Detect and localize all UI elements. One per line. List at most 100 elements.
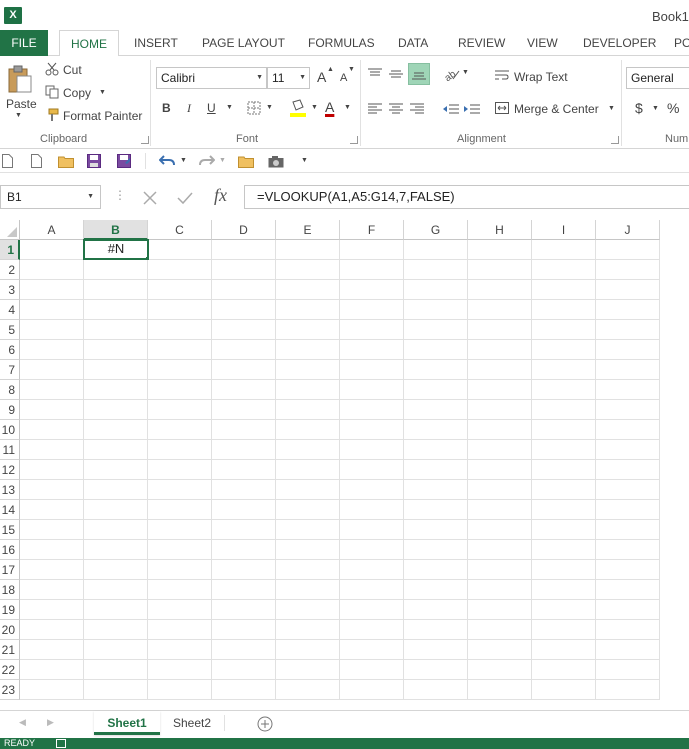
- row-header-1[interactable]: 1: [0, 240, 20, 260]
- cell[interactable]: [84, 420, 148, 440]
- shrink-font-button[interactable]: A: [340, 72, 347, 84]
- cell[interactable]: [532, 540, 596, 560]
- cell[interactable]: [596, 620, 660, 640]
- cell[interactable]: [276, 500, 340, 520]
- cell[interactable]: [148, 240, 212, 260]
- cell[interactable]: [20, 400, 84, 420]
- cell[interactable]: [276, 540, 340, 560]
- cell[interactable]: [20, 240, 84, 260]
- cell[interactable]: [468, 540, 532, 560]
- cell[interactable]: [468, 380, 532, 400]
- cell[interactable]: [148, 520, 212, 540]
- tab-insert[interactable]: INSERT: [134, 30, 178, 56]
- cell[interactable]: [84, 640, 148, 660]
- cell[interactable]: [276, 280, 340, 300]
- cell[interactable]: [20, 480, 84, 500]
- cell[interactable]: [20, 600, 84, 620]
- column-header-c[interactable]: C: [148, 220, 212, 240]
- cell[interactable]: [532, 520, 596, 540]
- copy-icon[interactable]: [44, 84, 60, 100]
- undo-dropdown-icon[interactable]: ▼: [180, 157, 187, 164]
- cell[interactable]: [20, 320, 84, 340]
- cell[interactable]: [84, 300, 148, 320]
- cell[interactable]: [596, 580, 660, 600]
- cell[interactable]: [212, 560, 276, 580]
- new-sheet-plus-icon[interactable]: [256, 715, 274, 733]
- cell[interactable]: [212, 640, 276, 660]
- cell[interactable]: [596, 660, 660, 680]
- cut-button[interactable]: Cut: [63, 63, 82, 77]
- cell[interactable]: [468, 320, 532, 340]
- cell[interactable]: [276, 520, 340, 540]
- column-header-i[interactable]: I: [532, 220, 596, 240]
- cell[interactable]: [276, 620, 340, 640]
- tab-view[interactable]: VIEW: [527, 30, 558, 56]
- row-header-12[interactable]: 12: [0, 460, 20, 480]
- cell[interactable]: [20, 460, 84, 480]
- cell[interactable]: [404, 620, 468, 640]
- cell[interactable]: [340, 580, 404, 600]
- cell[interactable]: [276, 380, 340, 400]
- worksheet-grid[interactable]: A B C D E F G H I J 1 #N 2 3 4 5 6 7 8 9 10 11 12 13 14 15 16 17 18 1…: [0, 220, 689, 710]
- cell[interactable]: [84, 340, 148, 360]
- cell[interactable]: [468, 420, 532, 440]
- cell[interactable]: [340, 560, 404, 580]
- cell[interactable]: [404, 300, 468, 320]
- percent-button[interactable]: %: [667, 100, 679, 116]
- align-left-icon[interactable]: [366, 100, 384, 118]
- cell[interactable]: [596, 380, 660, 400]
- column-header-a[interactable]: A: [20, 220, 84, 240]
- cell[interactable]: [84, 260, 148, 280]
- cell[interactable]: [532, 360, 596, 380]
- cell[interactable]: [148, 480, 212, 500]
- cell[interactable]: [404, 260, 468, 280]
- cell[interactable]: [468, 560, 532, 580]
- row-header-16[interactable]: 16: [0, 540, 20, 560]
- tab-power[interactable]: PO: [674, 30, 689, 56]
- cell[interactable]: [84, 280, 148, 300]
- cell[interactable]: [20, 560, 84, 580]
- cell[interactable]: [276, 320, 340, 340]
- cell[interactable]: [212, 400, 276, 420]
- cell[interactable]: [20, 440, 84, 460]
- format-painter-icon[interactable]: [44, 107, 60, 123]
- cell[interactable]: [340, 440, 404, 460]
- tab-file[interactable]: FILE: [0, 30, 48, 56]
- cell[interactable]: [596, 680, 660, 700]
- row-header-22[interactable]: 22: [0, 660, 20, 680]
- cell[interactable]: [532, 340, 596, 360]
- cell[interactable]: [148, 320, 212, 340]
- cell[interactable]: [148, 260, 212, 280]
- middle-align-icon[interactable]: [387, 65, 405, 83]
- row-header-15[interactable]: 15: [0, 520, 20, 540]
- row-header-11[interactable]: 11: [0, 440, 20, 460]
- cell[interactable]: [404, 660, 468, 680]
- column-header-j[interactable]: J: [596, 220, 660, 240]
- cell[interactable]: [148, 660, 212, 680]
- cell[interactable]: [148, 420, 212, 440]
- cell[interactable]: [148, 500, 212, 520]
- cell[interactable]: [468, 400, 532, 420]
- cell[interactable]: [148, 400, 212, 420]
- underline-button[interactable]: U: [207, 101, 216, 115]
- new-sheet-icon[interactable]: [29, 153, 43, 169]
- cell[interactable]: [404, 280, 468, 300]
- row-header-9[interactable]: 9: [0, 400, 20, 420]
- folder-icon[interactable]: [237, 153, 255, 169]
- select-all-button[interactable]: [0, 220, 20, 240]
- cell[interactable]: [84, 660, 148, 680]
- cell[interactable]: [212, 600, 276, 620]
- redo-dropdown-icon[interactable]: ▼: [219, 157, 226, 164]
- cell[interactable]: [84, 480, 148, 500]
- cell[interactable]: [340, 320, 404, 340]
- cell[interactable]: [84, 680, 148, 700]
- cell[interactable]: [20, 420, 84, 440]
- cell[interactable]: [20, 300, 84, 320]
- cell[interactable]: [340, 400, 404, 420]
- merge-dropdown-icon[interactable]: ▼: [608, 105, 615, 112]
- cell[interactable]: [404, 340, 468, 360]
- font-color-dropdown-icon[interactable]: ▼: [344, 104, 351, 111]
- cell[interactable]: [20, 280, 84, 300]
- cell[interactable]: [340, 520, 404, 540]
- save-as-icon[interactable]: [116, 153, 132, 169]
